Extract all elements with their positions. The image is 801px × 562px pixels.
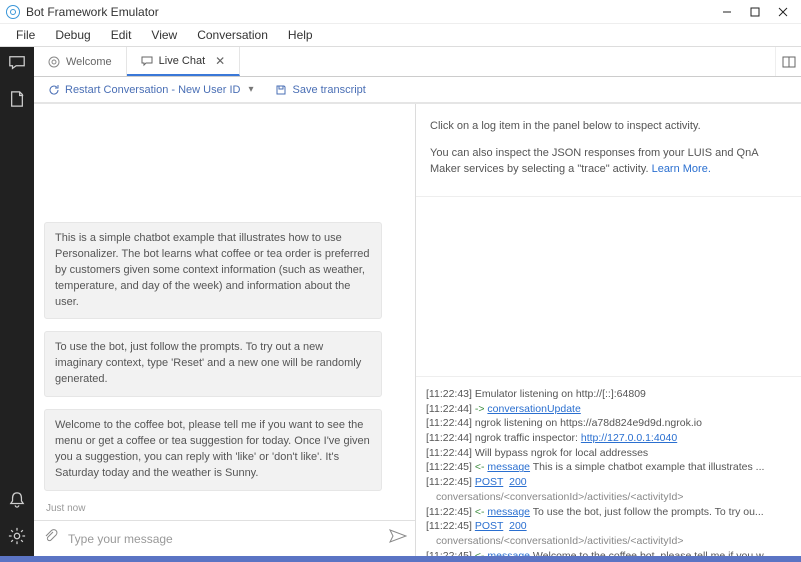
inspector-hint: Click on a log item in the panel below t… <box>416 104 801 197</box>
activity-rail <box>0 47 34 556</box>
menu-bar: File Debug Edit View Conversation Help <box>0 24 801 47</box>
send-icon[interactable] <box>389 529 407 548</box>
livechat-icon <box>141 55 153 67</box>
message-input[interactable] <box>68 532 379 546</box>
save-transcript-button[interactable]: Save transcript <box>275 84 365 96</box>
chevron-down-icon[interactable]: ▾ <box>248 84 253 95</box>
menu-edit[interactable]: Edit <box>101 25 142 45</box>
minimize-button[interactable] <box>713 0 741 24</box>
notifications-icon[interactable] <box>7 490 27 510</box>
menu-help[interactable]: Help <box>278 25 323 45</box>
window-titlebar: Bot Framework Emulator <box>0 0 801 24</box>
menu-file[interactable]: File <box>6 25 45 45</box>
app-icon <box>6 5 20 19</box>
tab-livechat-label: Live Chat <box>159 55 205 67</box>
bot-message[interactable]: Welcome to the coffee bot, please tell m… <box>44 409 382 491</box>
log-path: conversations/<conversationId>/activitie… <box>426 534 795 549</box>
log-link[interactable]: message <box>487 461 530 473</box>
chat-panel: This is a simple chatbot example that il… <box>34 104 416 556</box>
inspector-panel: Click on a log item in the panel below t… <box>416 104 801 556</box>
log-link[interactable]: 200 <box>509 476 527 488</box>
bot-message[interactable]: This is a simple chatbot example that il… <box>44 222 382 320</box>
status-bar <box>0 556 801 562</box>
chat-icon[interactable] <box>7 53 27 73</box>
message-timestamp: Just now <box>44 503 405 514</box>
maximize-button[interactable] <box>741 0 769 24</box>
inspector-hint-line1: Click on a log item in the panel below t… <box>430 118 785 135</box>
menu-debug[interactable]: Debug <box>45 25 100 45</box>
menu-view[interactable]: View <box>141 25 187 45</box>
welcome-icon <box>48 56 60 68</box>
log-link[interactable]: POST <box>475 476 503 488</box>
log-link[interactable]: 200 <box>509 520 527 532</box>
chat-toolbar: Restart Conversation - New User ID ▾ Sav… <box>34 77 801 103</box>
tab-livechat[interactable]: Live Chat ✕ <box>127 47 241 76</box>
restart-conversation-button[interactable]: Restart Conversation - New User ID ▾ <box>48 84 253 96</box>
log-link[interactable]: http://127.0.0.1:4040 <box>581 432 677 444</box>
close-button[interactable] <box>769 0 797 24</box>
tabstrip: Welcome Live Chat ✕ <box>34 47 801 77</box>
log-link[interactable]: POST <box>475 520 503 532</box>
restart-label: Restart Conversation - New User ID <box>65 84 240 96</box>
log-link[interactable]: message <box>487 506 530 518</box>
inspector-hint-line2: You can also inspect the JSON responses … <box>430 145 785 178</box>
app-title: Bot Framework Emulator <box>26 5 713 19</box>
settings-icon[interactable] <box>7 526 27 546</box>
save-label: Save transcript <box>292 84 365 96</box>
log-path: conversations/<conversationId>/activitie… <box>426 490 795 505</box>
composer <box>34 520 415 556</box>
bot-message[interactable]: To use the bot, just follow the prompts.… <box>44 331 382 397</box>
split-editor-button[interactable] <box>775 47 801 76</box>
log-panel[interactable]: [11:22:43] Emulator listening on http://… <box>416 376 801 556</box>
menu-conversation[interactable]: Conversation <box>187 25 278 45</box>
log-link[interactable]: message <box>487 550 530 556</box>
resources-icon[interactable] <box>7 89 27 109</box>
message-list: This is a simple chatbot example that il… <box>34 104 415 520</box>
close-icon[interactable]: ✕ <box>215 54 225 68</box>
attach-icon[interactable] <box>42 528 58 549</box>
learn-more-link[interactable]: Learn More. <box>652 163 711 175</box>
log-link[interactable]: conversationUpdate <box>487 403 580 415</box>
tab-welcome[interactable]: Welcome <box>34 47 127 76</box>
tab-welcome-label: Welcome <box>66 56 112 68</box>
